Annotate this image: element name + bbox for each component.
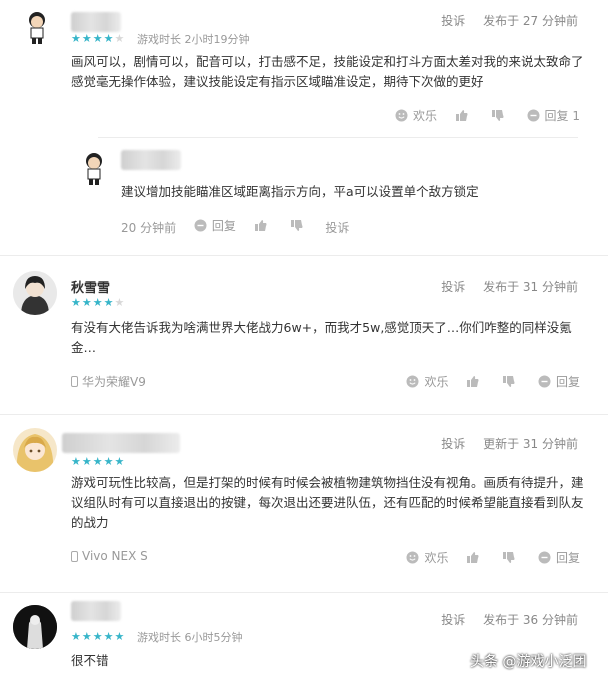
- avatar[interactable]: [13, 605, 57, 649]
- dislike-button[interactable]: [502, 551, 520, 564]
- comment-icon: [538, 551, 551, 564]
- device-name: Vivo NEX S: [82, 549, 148, 563]
- sub-reply-like-button[interactable]: [254, 219, 272, 232]
- comment-icon: [194, 219, 207, 232]
- avatar[interactable]: [13, 271, 57, 315]
- happy-button[interactable]: 欢乐: [406, 373, 449, 390]
- sub-reply-report-link[interactable]: 投诉: [325, 219, 349, 236]
- sub-reply-divider: [98, 137, 578, 138]
- thumbs-up-icon: [466, 375, 479, 388]
- posted-time: 发布于 36 分钟前: [483, 613, 578, 627]
- review-header-right: 投诉 发布于 36 分钟前: [427, 611, 578, 628]
- thumbs-up-icon: [466, 551, 479, 564]
- device-info: 华为荣耀V9: [71, 373, 146, 390]
- review-actions: 欢乐 回复: [392, 549, 580, 567]
- avatar[interactable]: [13, 428, 57, 472]
- like-button[interactable]: [455, 109, 473, 122]
- device-name: 华为荣耀V9: [82, 375, 146, 389]
- device-info: Vivo NEX S: [71, 549, 148, 563]
- username-blurred[interactable]: [71, 601, 121, 621]
- cartoon-avatar-icon: [29, 12, 45, 44]
- posted-time: 更新于 31 分钟前: [483, 437, 578, 451]
- smile-icon: [406, 551, 419, 564]
- comment-icon: [527, 109, 540, 122]
- dislike-button[interactable]: [491, 109, 509, 122]
- report-link[interactable]: 投诉: [441, 14, 465, 28]
- review-text: 游戏可玩性比较高，但是打架的时候有时候会被植物建筑物挡住没有视角。画质有待提升，…: [71, 475, 584, 530]
- sub-reply-reply-button[interactable]: 回复: [194, 217, 236, 234]
- review-2: 秋雪雪 投诉 发布于 31 分钟前 ★★★★★ 有没有大佬告诉我为啥满世界大佬战…: [0, 256, 608, 414]
- review-header-right: 投诉 发布于 31 分钟前: [427, 278, 578, 295]
- happy-button[interactable]: 欢乐: [395, 107, 437, 124]
- sub-reply-text: 建议增加技能瞄准区域距离指示方向，平a可以设置单个敌方锁定: [121, 184, 479, 199]
- sub-reply-dislike-button[interactable]: [290, 219, 308, 232]
- review-actions: 欢乐 回复: [392, 373, 580, 391]
- thumbs-up-icon: [455, 109, 468, 122]
- sub-reply-time: 20 分钟前: [121, 221, 177, 235]
- report-link[interactable]: 投诉: [441, 613, 465, 627]
- cartoon-avatar-icon: [86, 153, 102, 185]
- star-rating: ★★★★★: [71, 32, 126, 45]
- reply-button[interactable]: 回复 1: [527, 107, 580, 124]
- playtime: 游戏时长 2小时19分钟: [137, 33, 250, 46]
- sub-reply-actions: 20 分钟前 回复 投诉: [121, 217, 349, 236]
- anime-avatar-icon: [13, 271, 57, 315]
- comment-icon: [538, 375, 551, 388]
- review-header-right: 投诉 更新于 31 分钟前: [427, 435, 578, 452]
- like-button[interactable]: [466, 375, 484, 388]
- thumbs-down-icon: [491, 109, 504, 122]
- report-link[interactable]: 投诉: [441, 280, 465, 294]
- posted-time: 发布于 27 分钟前: [483, 14, 578, 28]
- star-rating: ★★★★★: [71, 630, 126, 643]
- reply-label: 回复: [555, 551, 580, 565]
- dark-figure-avatar-icon: [13, 605, 57, 649]
- star-rating: ★★★★★: [71, 455, 126, 468]
- smile-icon: [395, 109, 408, 122]
- review-3: 投诉 更新于 31 分钟前 ★★★★★ 游戏可玩性比较高，但是打架的时候有时候会…: [0, 415, 608, 592]
- happy-label: 欢乐: [424, 375, 449, 389]
- smile-icon: [406, 375, 419, 388]
- reply-button[interactable]: 回复: [538, 373, 580, 390]
- phone-icon: [71, 376, 78, 387]
- dislike-button[interactable]: [502, 375, 520, 388]
- happy-button[interactable]: 欢乐: [406, 549, 449, 566]
- playtime: 游戏时长 6小时5分钟: [137, 631, 243, 644]
- watermark: 头条 @游戏小泛团: [470, 654, 587, 670]
- thumbs-up-icon: [254, 219, 267, 232]
- phone-icon: [71, 550, 78, 562]
- posted-time: 发布于 31 分钟前: [483, 280, 578, 294]
- sub-reply-username-blurred[interactable]: [121, 150, 181, 170]
- username[interactable]: 秋雪雪: [71, 277, 110, 296]
- thumbs-down-icon: [290, 219, 303, 232]
- reply-count: 回复 1: [544, 109, 580, 123]
- reply-button[interactable]: 回复: [538, 549, 580, 566]
- happy-label: 欢乐: [413, 109, 438, 123]
- review-1: 投诉 发布于 27 分钟前 ★★★★★ 游戏时长 2小时19分钟 画风可以，剧情…: [0, 0, 608, 255]
- review-header-right: 投诉 发布于 27 分钟前: [427, 12, 578, 29]
- thumbs-down-icon: [502, 375, 515, 388]
- username-blurred[interactable]: [62, 433, 180, 453]
- reply-label: 回复: [211, 219, 236, 233]
- username-blurred[interactable]: [71, 12, 121, 32]
- review-text: 有没有大佬告诉我为啥满世界大佬战力6w+，而我才5w,感觉顶天了…你们咋整的同样…: [71, 320, 572, 355]
- reply-label: 回复: [555, 375, 580, 389]
- review-text: 画风可以，剧情可以，配音可以，打击感不足，技能设定和打斗方面太差对我的来说太致命…: [71, 54, 584, 89]
- star-rating: ★★★★★: [71, 296, 126, 309]
- happy-label: 欢乐: [424, 551, 449, 565]
- thumbs-down-icon: [502, 551, 515, 564]
- like-button[interactable]: [466, 551, 484, 564]
- avatar[interactable]: [18, 8, 56, 46]
- review-actions: 欢乐 回复 1: [381, 107, 580, 125]
- sub-reply-avatar[interactable]: [75, 149, 113, 187]
- report-link[interactable]: 投诉: [441, 437, 465, 451]
- anime-avatar-icon: [13, 428, 57, 472]
